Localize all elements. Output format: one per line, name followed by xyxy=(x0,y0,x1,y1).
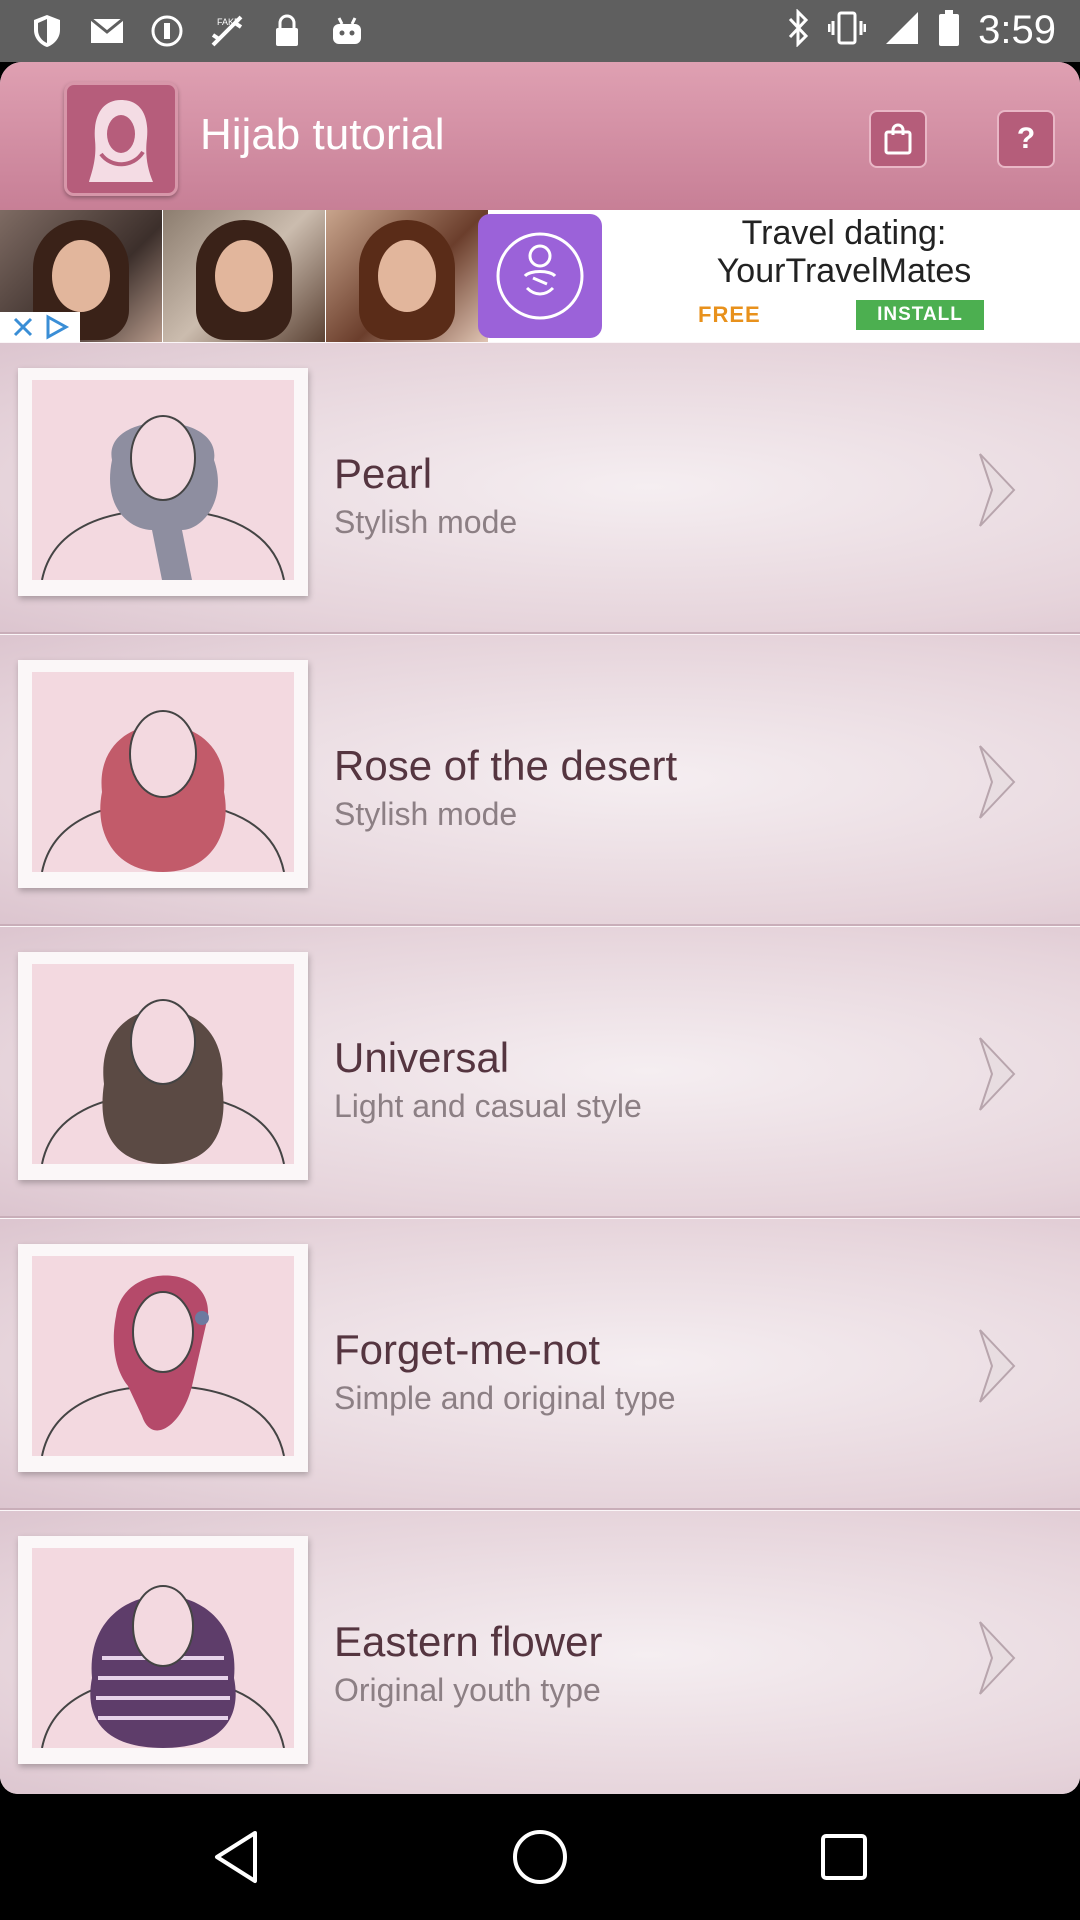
ad-photo xyxy=(326,210,488,342)
hijab-illustration xyxy=(41,1275,285,1456)
list-item[interactable]: Pearl Stylish mode xyxy=(0,342,1080,634)
thumbnail xyxy=(18,1536,308,1764)
chevron-right-icon xyxy=(979,1621,1016,1695)
thumbnail xyxy=(18,952,308,1180)
ad-install-button[interactable]: INSTALL xyxy=(856,300,984,330)
ad-choices-icon[interactable] xyxy=(42,313,70,341)
item-subtitle: Stylish mode xyxy=(334,504,518,540)
ad-free-label: FREE xyxy=(698,302,761,327)
android-icon xyxy=(328,12,366,50)
chevron-right-icon xyxy=(979,453,1016,527)
recents-button[interactable] xyxy=(814,1827,874,1887)
back-icon xyxy=(215,1831,257,1883)
back-button[interactable] xyxy=(206,1827,266,1887)
info-icon xyxy=(148,12,186,50)
ad-banner[interactable]: Travel dating: YourTravelMates FREE INST… xyxy=(0,210,1080,342)
recents-icon xyxy=(821,1834,867,1880)
home-icon xyxy=(513,1830,567,1884)
ad-app-icon xyxy=(478,214,602,338)
chevron-right-icon xyxy=(979,1329,1016,1403)
list-item[interactable]: Rose of the desert Stylish mode xyxy=(0,634,1080,926)
mail-icon xyxy=(88,12,126,50)
thumbnail xyxy=(18,660,308,888)
svg-text:FAKE: FAKE xyxy=(217,17,240,27)
vibrate-icon xyxy=(827,9,867,52)
item-title: Eastern flower xyxy=(334,1618,603,1665)
hijab-illustration xyxy=(41,1585,285,1748)
item-subtitle: Light and casual style xyxy=(334,1088,642,1124)
list-item[interactable]: Universal Light and casual style xyxy=(0,926,1080,1218)
navigation-bar xyxy=(0,1794,1080,1920)
hijab-illustration xyxy=(41,710,285,872)
app-logo-icon xyxy=(64,82,178,196)
help-button[interactable]: ? xyxy=(997,110,1055,168)
list-item[interactable]: Eastern flower Original youth type xyxy=(0,1510,1080,1794)
item-title: Pearl xyxy=(334,450,433,497)
ad-controls xyxy=(0,312,80,342)
bluetooth-icon xyxy=(786,8,810,52)
thumbnail xyxy=(18,1244,308,1472)
tutorial-list: Pearl Stylish mode Rose of the desert St… xyxy=(0,342,1080,1794)
chevron-right-icon xyxy=(979,1037,1016,1111)
clock: 3:59 xyxy=(978,8,1056,52)
status-bar: FAKE 3:59 xyxy=(0,0,1080,62)
page-title: Hijab tutorial xyxy=(200,110,445,159)
item-title: Rose of the desert xyxy=(334,742,678,789)
ad-photo xyxy=(163,210,325,342)
shopping-bag-icon xyxy=(884,123,912,155)
title-bar: Hijab tutorial ? xyxy=(0,62,1080,212)
list-item[interactable]: Forget-me-not Simple and original type xyxy=(0,1218,1080,1510)
item-subtitle: Simple and original type xyxy=(334,1380,676,1416)
ad-title: Travel dating: YourTravelMates xyxy=(716,214,972,290)
fake-gps-icon: FAKE xyxy=(208,12,246,50)
lock-icon xyxy=(268,12,306,50)
hijab-illustration xyxy=(41,999,285,1164)
home-button[interactable] xyxy=(510,1827,570,1887)
thumbnail xyxy=(18,368,308,596)
shop-button[interactable] xyxy=(869,110,927,168)
hijab-illustration xyxy=(41,415,285,580)
item-title: Universal xyxy=(334,1034,510,1081)
close-icon[interactable] xyxy=(10,314,36,340)
item-subtitle: Stylish mode xyxy=(334,796,518,832)
help-label: ? xyxy=(1016,122,1036,155)
chevron-right-icon xyxy=(979,745,1016,819)
app-window: Hijab tutorial ? Travel dating: YourTrav… xyxy=(0,62,1080,1794)
item-subtitle: Original youth type xyxy=(334,1672,601,1708)
battery-icon xyxy=(938,9,960,52)
signal-icon xyxy=(884,10,920,51)
item-title: Forget-me-not xyxy=(334,1326,601,1373)
shield-icon xyxy=(28,12,66,50)
